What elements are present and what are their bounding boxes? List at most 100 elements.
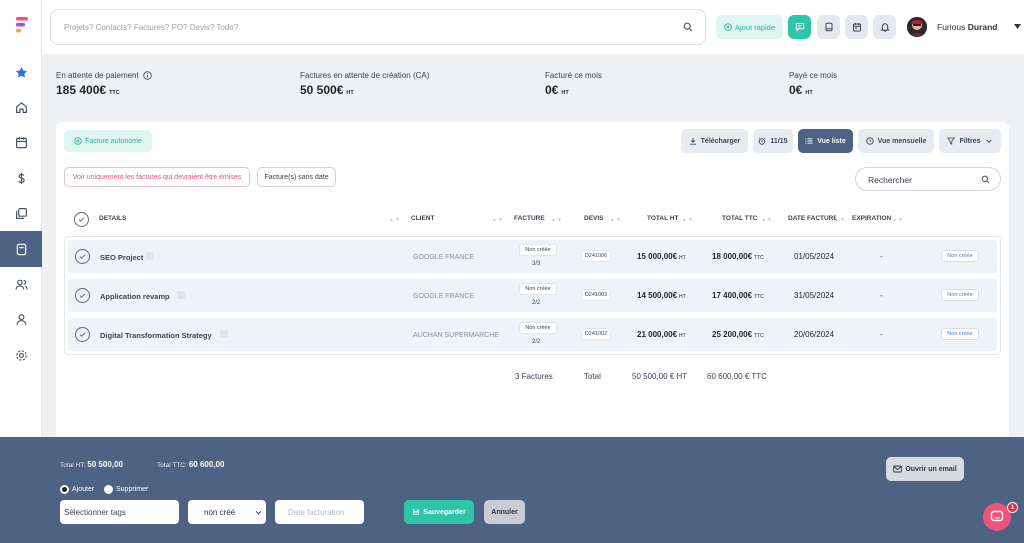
column-header-quote[interactable]: DEVIS	[584, 215, 604, 222]
status-badge[interactable]: Non créée	[941, 289, 979, 301]
status-badge[interactable]: Non créée	[941, 250, 979, 262]
stat-value: 185 400€	[56, 83, 107, 97]
status-badge[interactable]: Non créée	[941, 328, 979, 340]
star-icon	[15, 66, 27, 78]
copy-icon	[15, 207, 27, 219]
notifications-button[interactable]	[873, 15, 896, 39]
sort-icon[interactable]: ▲▼	[834, 217, 846, 223]
save-label: Sauvegarder	[423, 508, 466, 516]
sidebar-item-settings[interactable]	[0, 337, 42, 373]
bulk-edit-bar: Total HT: 50 500,00 Total TTC: 60 600,00 A…	[0, 437, 1024, 543]
calendar-button[interactable]	[845, 15, 868, 39]
column-header-total-ttc[interactable]: TOTAL TTC	[722, 215, 757, 222]
project-name[interactable]: SEO Project	[100, 253, 143, 262]
table-row[interactable]: Application revamp GOOGLE FRANCE Non cré…	[68, 279, 997, 312]
cancel-button[interactable]: Annuler	[484, 500, 525, 524]
sidebar-item-profile[interactable]	[0, 301, 42, 337]
reminder-counter-button[interactable]: 11/15	[753, 129, 793, 153]
column-header-client[interactable]: CLIENT	[411, 215, 434, 222]
column-header-invoice[interactable]: FACTURE	[514, 215, 545, 222]
save-button[interactable]: Sauvegarder	[404, 500, 474, 524]
app-logo[interactable]	[14, 16, 30, 34]
filters-dropdown[interactable]: Filtres	[939, 129, 1001, 153]
stat-label: Factures en attente de création (CA)	[300, 71, 430, 80]
only-due-invoices-filter[interactable]: Voir uniquement les factures qui devraie…	[64, 167, 250, 187]
plus-circle-icon	[724, 23, 732, 31]
undated-invoices-filter[interactable]: Facture(s) sans date	[257, 167, 336, 187]
sidebar-item-calendar[interactable]	[0, 124, 42, 160]
invoices-table-body: SEO Project GOOGLE FRANCE Non créée 3/3 …	[64, 236, 1001, 355]
monthly-view-button[interactable]: Vue mensuelle	[858, 129, 934, 153]
user-name[interactable]: Furious Durand	[937, 22, 997, 32]
messages-button[interactable]	[788, 15, 811, 39]
sidebar-item-finance[interactable]	[0, 160, 42, 196]
select-all-checkbox[interactable]	[74, 212, 89, 227]
invoice-date: 20/06/2024	[794, 330, 835, 339]
row-checkbox[interactable]	[75, 249, 90, 264]
sort-icon[interactable]: ▲▼	[610, 217, 622, 223]
info-icon[interactable]	[143, 71, 152, 80]
link-icon[interactable]	[177, 291, 185, 299]
client-name: GOOGLE FRANCE	[413, 254, 475, 261]
quote-number[interactable]: D241006	[581, 250, 611, 262]
alarm-icon	[759, 137, 766, 145]
sort-icon[interactable]: ▲▼	[551, 217, 563, 223]
quote-number[interactable]: D241003	[581, 289, 611, 301]
project-name[interactable]: Application revamp	[100, 292, 170, 301]
sort-icon[interactable]: ▲▼	[761, 217, 773, 223]
sort-icon[interactable]: ▲▼	[389, 217, 401, 223]
standalone-invoice-button[interactable]: Facture autonome	[64, 130, 152, 152]
project-name[interactable]: Digital Transformation Strategy	[100, 331, 212, 340]
status-select[interactable]: non créé	[188, 500, 266, 524]
sort-icon[interactable]: ▲▼	[492, 217, 504, 223]
global-search-input[interactable]: Projets? Contacts? Factures? PO? Devis? …	[50, 9, 706, 45]
total-ttc: 25 200,00€ TTC	[712, 330, 764, 339]
radio-remove[interactable]: Supprimer	[104, 485, 148, 494]
table-row[interactable]: SEO Project GOOGLE FRANCE Non créée 3/3 …	[68, 240, 997, 273]
clock-icon	[865, 137, 874, 145]
sidebar-item-documents[interactable]	[0, 195, 42, 231]
sort-icon[interactable]: ▲▼	[682, 217, 694, 223]
invoice-status-badge: Non créée	[519, 244, 557, 256]
standalone-invoice-label: Facture autonome	[85, 137, 142, 145]
link-icon[interactable]	[146, 252, 154, 260]
column-header-invoice-date[interactable]: DATE FACTURE	[788, 215, 836, 222]
quick-add-button[interactable]: Ajout rapide	[716, 15, 783, 39]
total-label: Total	[584, 372, 601, 381]
link-icon[interactable]	[220, 330, 228, 338]
row-checkbox[interactable]	[75, 288, 90, 303]
column-header-expiration[interactable]: EXPIRATION	[852, 215, 891, 222]
open-email-button[interactable]: Ouvrir un email	[886, 457, 964, 481]
table-row[interactable]: Digital Transformation Strategy AUCHAN S…	[68, 318, 997, 351]
chevron-down-icon[interactable]	[1014, 24, 1021, 29]
avatar-image	[907, 17, 927, 37]
radio-unselected	[104, 485, 113, 494]
invoice-count: 3/3	[532, 261, 541, 267]
invoice-date-input[interactable]: Date facturation	[275, 500, 364, 524]
filters-label: Filtres	[959, 137, 981, 145]
column-header-total-ht[interactable]: TOTAL HT	[647, 215, 678, 222]
date-placeholder: Date facturation	[288, 507, 345, 517]
notes-button[interactable]	[817, 15, 840, 39]
sidebar-item-invoices[interactable]	[0, 231, 42, 267]
sidebar-item-team[interactable]	[0, 266, 42, 302]
sidebar-item-favorites[interactable]	[0, 54, 42, 90]
tags-select[interactable]: Sélectionner tags	[60, 500, 179, 524]
radio-remove-label: Supprimer	[116, 486, 149, 493]
expiration: -	[880, 252, 883, 261]
sidebar-item-home[interactable]	[0, 89, 42, 125]
grand-total-ttc: 60 600,00 € TTC	[707, 372, 767, 381]
avatar[interactable]	[907, 17, 927, 37]
list-view-button[interactable]: Vue liste	[798, 129, 853, 153]
quote-number[interactable]: D241002	[581, 328, 611, 340]
client-name: AUCHAN SUPERMARCHE	[413, 332, 499, 339]
download-button[interactable]: Télécharger	[681, 129, 748, 153]
column-header-details[interactable]: DETAILS	[99, 215, 126, 222]
table-search-input[interactable]: Rechercher	[855, 167, 1001, 191]
download-icon	[689, 137, 696, 145]
row-checkbox[interactable]	[75, 327, 90, 342]
sort-icon[interactable]: ▲▼	[892, 217, 904, 223]
radio-add[interactable]: Ajouter	[60, 485, 94, 494]
search-icon	[981, 175, 990, 184]
total-ht-unit: HT	[679, 255, 686, 261]
